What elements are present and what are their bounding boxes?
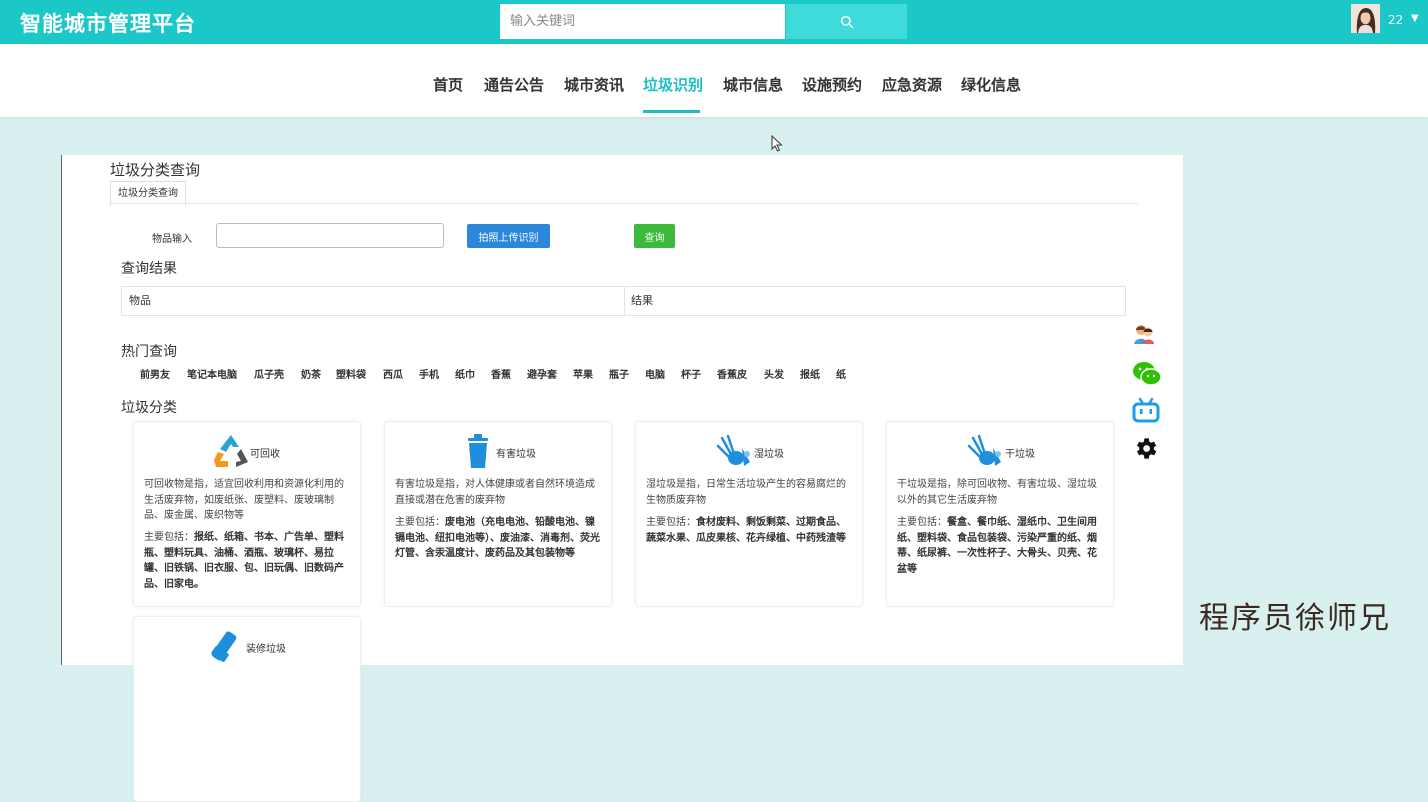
hot-query-item[interactable]: 香蕉 bbox=[491, 366, 511, 381]
username[interactable]: 22 bbox=[1388, 13, 1403, 27]
category-title: 干垃圾 bbox=[1005, 449, 1035, 460]
category-description: 可回收物是指，适宜回收利用和资源化利用的生活废弃物，如废纸张、废塑料、废玻璃制品… bbox=[144, 479, 344, 521]
category-description: 湿垃圾是指，日常生活垃圾产生的容易腐烂的生物质废弃物 bbox=[646, 479, 846, 506]
hot-query-item[interactable]: 纸巾 bbox=[455, 366, 475, 381]
nav-item-emergency-resources[interactable]: 应急资源 bbox=[882, 74, 942, 95]
nav-item-home[interactable]: 首页 bbox=[433, 74, 463, 95]
trash-bin-icon bbox=[468, 434, 488, 468]
settings-gear-icon[interactable] bbox=[1132, 435, 1159, 462]
main-nav: 首页 通告公告 城市资讯 垃圾识别 城市信息 设施预约 应急资源 绿化信息 bbox=[0, 44, 1428, 117]
nav-item-garbage-recognition[interactable]: 垃圾识别 bbox=[643, 74, 703, 95]
includes-label: 主要包括： bbox=[144, 532, 194, 543]
renovation-waste-icon bbox=[211, 631, 237, 662]
results-heading: 查询结果 bbox=[121, 261, 177, 277]
hot-query-item[interactable]: 苹果 bbox=[573, 366, 593, 381]
item-input-label: 物品输入 bbox=[152, 234, 192, 245]
hot-query-item[interactable]: 电脑 bbox=[645, 366, 665, 381]
hot-query-item[interactable]: 西瓜 bbox=[383, 366, 403, 381]
hot-query-item[interactable]: 手机 bbox=[419, 366, 439, 381]
category-includes: 主要包括：餐盒、餐巾纸、湿纸巾、卫生间用纸、塑料袋、食品包装袋、污染严重的纸、烟… bbox=[897, 515, 1102, 577]
category-title: 可回收 bbox=[250, 449, 280, 460]
query-button[interactable]: 查询 bbox=[634, 224, 675, 248]
item-input[interactable] bbox=[216, 223, 444, 248]
bilibili-icon[interactable] bbox=[1132, 397, 1160, 423]
category-description: 有害垃圾是指，对人体健康或者自然环境造成直接或潜在危害的废弃物 bbox=[395, 479, 595, 506]
mouse-cursor-icon bbox=[771, 135, 783, 152]
hot-query-item[interactable]: 塑料袋 bbox=[336, 366, 366, 381]
brand-title: 智能城市管理平台 bbox=[20, 12, 196, 36]
nav-item-city-news[interactable]: 城市资讯 bbox=[564, 74, 624, 95]
categories-heading: 垃圾分类 bbox=[121, 400, 177, 416]
category-title: 装修垃圾 bbox=[246, 644, 286, 655]
recycle-icon bbox=[214, 435, 248, 467]
page-title: 垃圾分类查询 bbox=[110, 161, 201, 179]
column-header-item: 物品 bbox=[122, 287, 625, 315]
caret-down-icon[interactable]: ▼ bbox=[1411, 13, 1419, 24]
nav-item-greening-info[interactable]: 绿化信息 bbox=[961, 74, 1021, 95]
tab-divider bbox=[110, 203, 1138, 204]
nav-item-city-info[interactable]: 城市信息 bbox=[723, 74, 783, 95]
active-nav-indicator bbox=[643, 110, 700, 113]
hot-query-item[interactable]: 奶茶 bbox=[301, 366, 321, 381]
hot-query-item[interactable]: 笔记本电脑 bbox=[187, 366, 237, 381]
category-card-dry: 干垃圾 干垃圾是指，除可回收物、有害垃圾、湿垃圾以外的其它生活废弃物 主要包括：… bbox=[886, 421, 1114, 607]
category-title: 湿垃圾 bbox=[754, 449, 784, 460]
category-card-renovation: 装修垃圾 bbox=[133, 616, 361, 802]
watermark-text: 程序员徐师兄 bbox=[1199, 601, 1391, 636]
category-includes: 主要包括：食材废料、剩饭剩菜、过期食品、蔬菜水果、瓜皮果核、花卉绿植、中药残渣等 bbox=[646, 515, 851, 546]
search-button[interactable] bbox=[786, 4, 907, 39]
category-includes: 主要包括：报纸、纸箱、书本、广告单、塑料瓶、塑料玩具、油桶、酒瓶、玻璃杯、易拉罐… bbox=[144, 530, 349, 592]
category-includes: 主要包括：废电池（充电电池、铅酸电池、镍镉电池、纽扣电池等）、废油漆、消毒剂、荧… bbox=[395, 515, 600, 562]
search-icon bbox=[840, 15, 853, 28]
hot-query-item[interactable]: 瓜子壳 bbox=[254, 366, 284, 381]
search-input[interactable] bbox=[500, 4, 785, 39]
dry-waste-icon bbox=[967, 434, 1001, 466]
category-card-recyclable: 可回收 可回收物是指，适宜回收利用和资源化利用的生活废弃物，如废纸张、废塑料、废… bbox=[133, 421, 361, 607]
hot-query-item[interactable]: 避孕套 bbox=[527, 366, 557, 381]
customer-service-icon[interactable] bbox=[1132, 322, 1156, 346]
tab-garbage-query[interactable]: 垃圾分类查询 bbox=[110, 181, 186, 205]
top-bar: 智能城市管理平台 22 ▼ bbox=[0, 0, 1428, 44]
hot-query-item[interactable]: 头发 bbox=[764, 366, 784, 381]
hot-query-item[interactable]: 瓶子 bbox=[609, 366, 629, 381]
hot-query-item[interactable]: 纸 bbox=[836, 366, 846, 381]
category-card-wet: 湿垃圾 湿垃圾是指，日常生活垃圾产生的容易腐烂的生物质废弃物 主要包括：食材废料… bbox=[635, 421, 863, 607]
category-description: 干垃圾是指，除可回收物、有害垃圾、湿垃圾以外的其它生活废弃物 bbox=[897, 479, 1097, 506]
hot-queries-heading: 热门查询 bbox=[121, 344, 177, 360]
avatar[interactable] bbox=[1351, 4, 1380, 33]
results-table: 物品 结果 bbox=[121, 286, 1126, 316]
hot-query-item[interactable]: 杯子 bbox=[681, 366, 701, 381]
wechat-icon[interactable] bbox=[1132, 361, 1162, 387]
includes-label: 主要包括： bbox=[395, 517, 445, 528]
photo-upload-button[interactable]: 拍照上传识别 bbox=[467, 224, 550, 248]
nav-item-facility-booking[interactable]: 设施预约 bbox=[802, 74, 862, 95]
hot-queries-list: 前男友 笔记本电脑 瓜子壳 奶茶 塑料袋 西瓜 手机 纸巾 香蕉 避孕套 苹果 … bbox=[140, 366, 1040, 382]
hot-query-item[interactable]: 前男友 bbox=[140, 366, 170, 381]
includes-label: 主要包括： bbox=[646, 517, 696, 528]
includes-label: 主要包括： bbox=[897, 517, 947, 528]
nav-item-announcements[interactable]: 通告公告 bbox=[484, 74, 544, 95]
hot-query-item[interactable]: 香蕉皮 bbox=[717, 366, 747, 381]
main-content-card: 垃圾分类查询 垃圾分类查询 物品输入 拍照上传识别 查询 查询结果 物品 结果 … bbox=[61, 155, 1183, 802]
column-header-result: 结果 bbox=[631, 294, 653, 307]
food-waste-icon bbox=[716, 434, 750, 466]
hot-query-item[interactable]: 报纸 bbox=[800, 366, 820, 381]
category-title: 有害垃圾 bbox=[496, 449, 536, 460]
category-card-hazardous: 有害垃圾 有害垃圾是指，对人体健康或者自然环境造成直接或潜在危害的废弃物 主要包… bbox=[384, 421, 612, 607]
